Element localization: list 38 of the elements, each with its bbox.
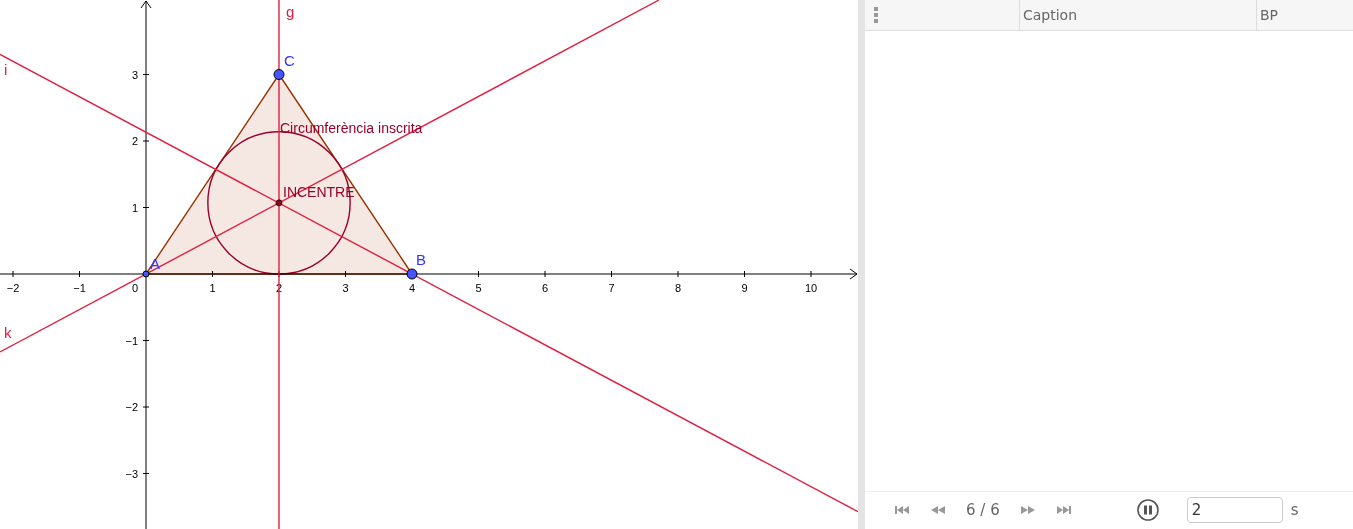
column-header[interactable]: Caption <box>1020 0 1257 30</box>
tick-label: 7 <box>608 282 615 294</box>
speed-field[interactable]: 2 <box>1186 496 1283 523</box>
tick-label: 10 <box>804 282 818 294</box>
line-label: g <box>286 3 295 20</box>
tick-label: 9 <box>741 282 748 294</box>
tick-label: −2 <box>125 401 138 413</box>
unit-label: s <box>1290 500 1299 519</box>
tick-label: 0 <box>131 282 138 294</box>
tick-label: −1 <box>125 334 138 347</box>
step-counter: 6 / 6 <box>966 500 1000 519</box>
tick-label: 6 <box>541 282 549 294</box>
tick-label: 1 <box>131 201 138 214</box>
skip-last-icon[interactable] <box>1055 504 1072 515</box>
point-dot <box>273 69 285 80</box>
line-label: k <box>4 324 12 341</box>
tick-label: 3 <box>131 68 138 81</box>
column-header[interactable]: BP <box>1257 0 1353 30</box>
tick-label: −3 <box>125 467 138 480</box>
tick-label: 1 <box>209 282 216 294</box>
skip-first-icon[interactable] <box>894 504 910 515</box>
point-dot <box>142 270 150 278</box>
tick-label: 2 <box>131 135 138 147</box>
fast-forward-icon[interactable] <box>1019 504 1036 515</box>
tick-label: 5 <box>475 282 482 294</box>
tick-label: 8 <box>674 282 682 294</box>
drag-handle-icon[interactable] <box>874 7 878 23</box>
tick-label: 4 <box>408 282 416 294</box>
rewind-icon[interactable] <box>930 504 946 515</box>
point-dot <box>406 268 418 280</box>
tick-label: 3 <box>342 282 349 294</box>
line-label: i <box>4 61 8 78</box>
point-label: B <box>416 251 426 268</box>
tick-label: −1 <box>73 282 86 294</box>
pause-icon[interactable] <box>1136 498 1159 521</box>
tick-label: −2 <box>6 282 20 294</box>
point-label: C <box>284 52 295 69</box>
incenter-dot <box>275 199 283 207</box>
